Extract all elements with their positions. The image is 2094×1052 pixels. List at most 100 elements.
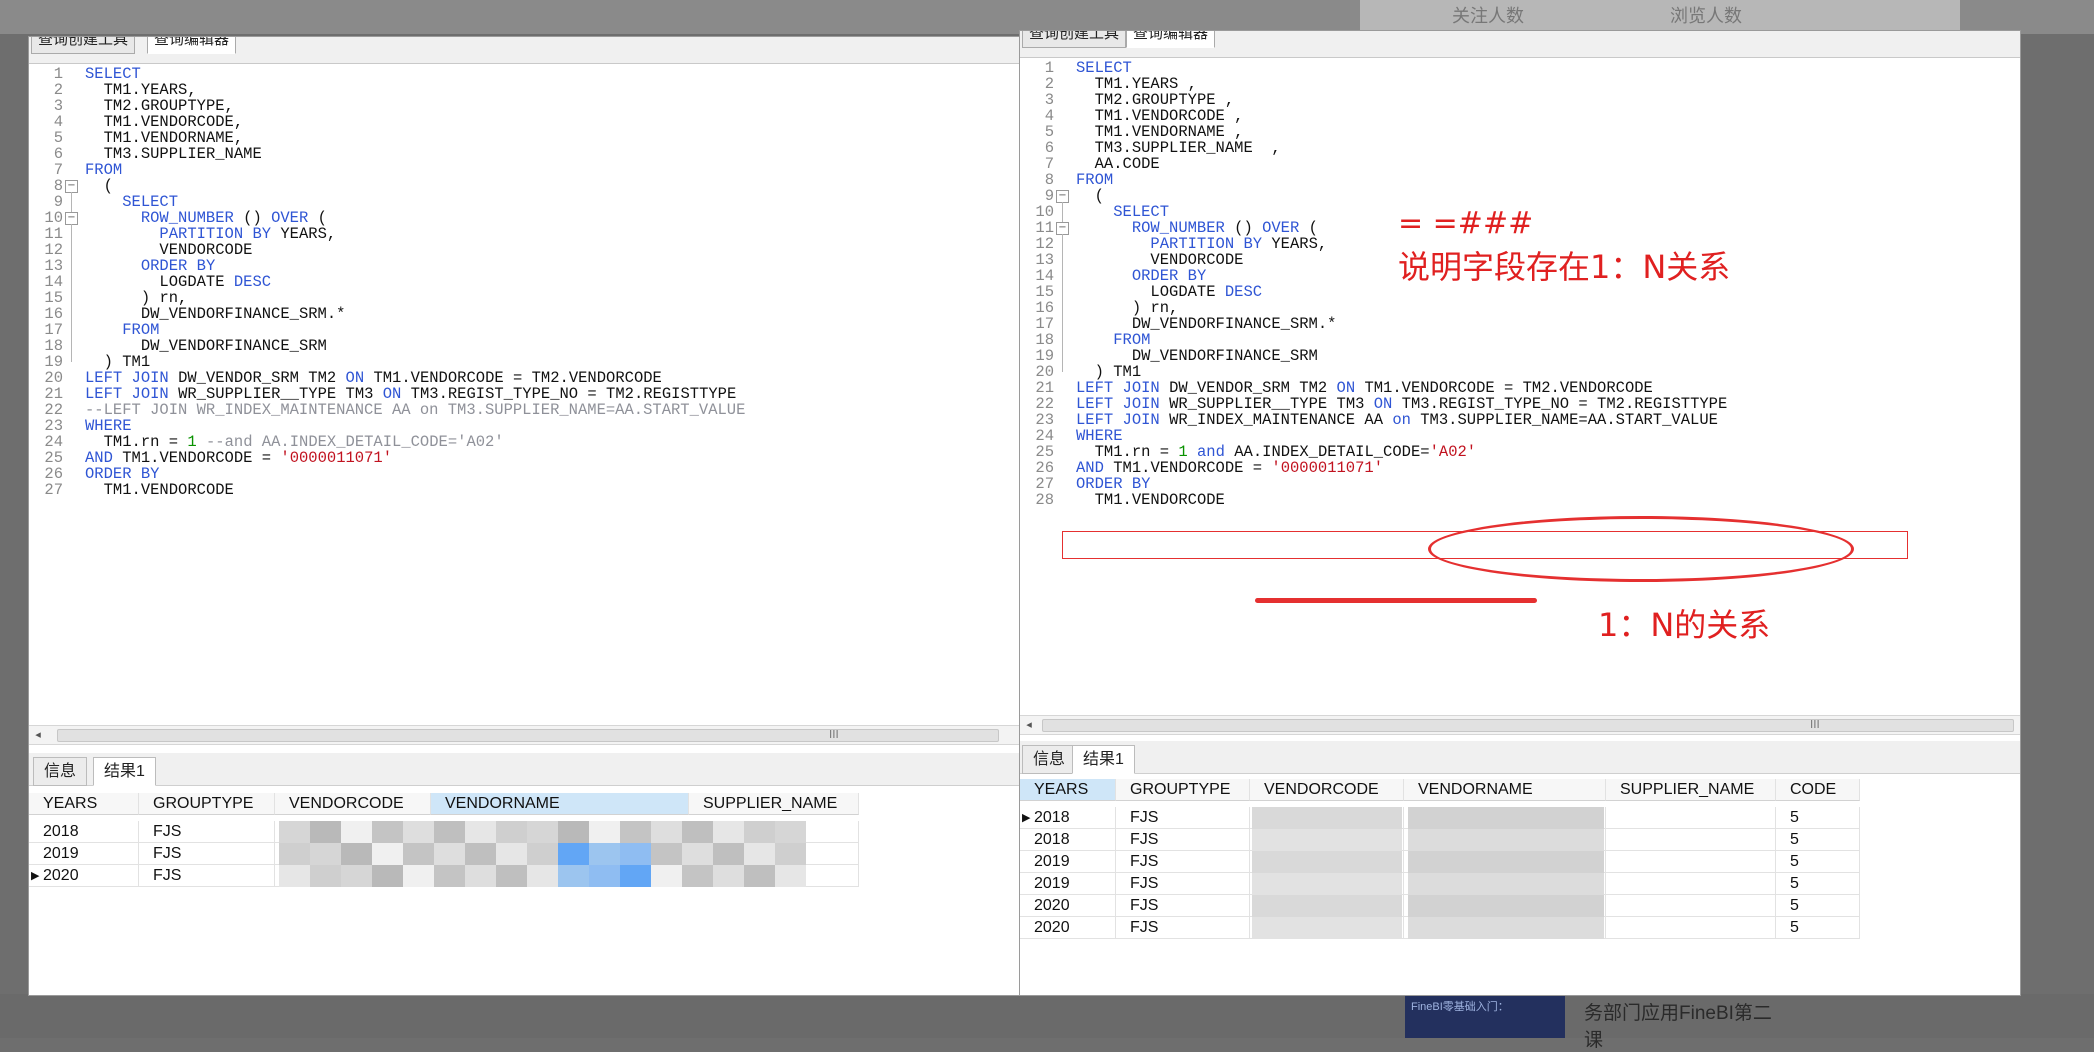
- table-cell[interactable]: FJS: [1116, 851, 1250, 873]
- table-cell[interactable]: [1606, 895, 1776, 917]
- course-title-line-2: 课: [1584, 1030, 1604, 1051]
- redaction-block: [775, 843, 806, 865]
- tab-query-builder[interactable]: 查询创建工具: [31, 37, 136, 54]
- tab-result1[interactable]: 结果1: [93, 757, 156, 786]
- col-header-years[interactable]: YEARS: [1020, 779, 1116, 801]
- col-header-supplier-name[interactable]: SUPPLIER_NAME: [689, 793, 859, 815]
- table-cell[interactable]: 2018: [1020, 829, 1116, 851]
- right-result-grid[interactable]: YEARS GROUPTYPE VENDORCODE VENDORNAME SU…: [1020, 779, 1900, 993]
- code-line[interactable]: 28 TM1.VENDORCODE: [1020, 490, 1224, 511]
- redaction-block: [403, 843, 434, 865]
- table-cell[interactable]: FJS: [139, 843, 275, 865]
- table-cell[interactable]: 5: [1776, 851, 1860, 873]
- annotation-hash-note: = =###: [1398, 206, 1534, 241]
- redaction-block: [403, 821, 434, 843]
- right-editor-hscrollbar[interactable]: ◂ III: [1020, 715, 2020, 735]
- redaction-block: [310, 843, 341, 865]
- table-cell[interactable]: [1606, 807, 1776, 829]
- tab-info[interactable]: 信息: [33, 757, 88, 786]
- right-editor-tabbar: 查询创建工具 查询编辑器: [1020, 31, 2020, 58]
- code-line[interactable]: 27 TM1.VENDORCODE: [29, 480, 233, 501]
- table-cell[interactable]: 2019: [1020, 851, 1116, 873]
- redaction-block: [434, 843, 465, 865]
- scroll-left-icon[interactable]: ◂: [1020, 716, 1038, 734]
- left-result-tabbar: 信息 结果1: [29, 753, 1019, 786]
- col-header-vendorname[interactable]: VENDORNAME: [431, 793, 689, 815]
- left-scroll-thumb[interactable]: [57, 729, 999, 742]
- redaction-block: [744, 865, 775, 887]
- right-scroll-thumb[interactable]: [1042, 719, 2014, 732]
- right-sql-editor[interactable]: 1 SELECT 2 TM1.YEARS ,3 TM2.GROUPTYPE ,4 T…: [1020, 58, 2020, 744]
- table-cell[interactable]: [1606, 917, 1776, 939]
- table-cell[interactable]: 2020: [29, 865, 139, 887]
- redaction-block: [713, 865, 744, 887]
- table-cell[interactable]: [1606, 829, 1776, 851]
- redaction-block: [527, 821, 558, 843]
- left-query-window: 查询创建工具 查询编辑器 1 SELECT 2 TM1.YEARS, 3 TM2.GR…: [28, 36, 1020, 996]
- col-header-grouptype[interactable]: GROUPTYPE: [1116, 779, 1250, 801]
- redaction-block: [310, 865, 341, 887]
- redaction-block: [279, 821, 310, 843]
- course-thumbnail[interactable]: FineBI零基础入门：: [1405, 994, 1565, 1038]
- redaction-block: [1408, 873, 1604, 895]
- table-cell[interactable]: FJS: [1116, 807, 1250, 829]
- col-header-vendorname[interactable]: VENDORNAME: [1404, 779, 1606, 801]
- table-cell[interactable]: 5: [1776, 829, 1860, 851]
- redaction-block: [527, 865, 558, 887]
- left-editor-tabbar: 查询创建工具 查询编辑器: [29, 37, 1019, 64]
- table-cell[interactable]: FJS: [139, 821, 275, 843]
- table-cell[interactable]: 2019: [1020, 873, 1116, 895]
- table-cell[interactable]: 2018: [29, 821, 139, 843]
- redaction-block: [310, 821, 341, 843]
- code-line[interactable]: 22 --LEFT JOIN WR_INDEX_MAINTENANCE AA on…: [29, 400, 745, 421]
- col-header-vendorcode[interactable]: VENDORCODE: [275, 793, 431, 815]
- col-header-grouptype[interactable]: GROUPTYPE: [139, 793, 275, 815]
- table-cell[interactable]: 5: [1776, 873, 1860, 895]
- col-header-code[interactable]: CODE: [1776, 779, 1860, 801]
- table-cell[interactable]: FJS: [1116, 917, 1250, 939]
- left-result-grid[interactable]: YEARS GROUPTYPE VENDORCODE VENDORNAME SU…: [29, 793, 869, 993]
- redaction-block: [1252, 917, 1402, 939]
- table-cell[interactable]: FJS: [1116, 873, 1250, 895]
- table-cell[interactable]: [1606, 873, 1776, 895]
- annotation-1n-note: 1：N的关系: [1598, 606, 1771, 644]
- course-thumbnail-text: FineBI零基础入门：: [1411, 1001, 1509, 1013]
- redaction-block: [1252, 829, 1402, 851]
- code-line[interactable]: 23 LEFT JOIN WR_INDEX_MAINTENANCE AA on T…: [1020, 410, 1718, 431]
- redaction-block: [1408, 851, 1604, 873]
- redaction-block: [558, 843, 589, 865]
- course-title[interactable]: 务部门应用FineBI第二 课: [1584, 998, 1772, 1052]
- redaction-block: [651, 843, 682, 865]
- left-editor-hscrollbar[interactable]: ◂ III: [29, 725, 1019, 745]
- table-cell[interactable]: 2020: [1020, 917, 1116, 939]
- annotation-ellipse: [1428, 516, 1854, 582]
- redaction-block: [341, 821, 372, 843]
- table-cell[interactable]: 2019: [29, 843, 139, 865]
- col-header-years[interactable]: YEARS: [29, 793, 139, 815]
- tab-result1[interactable]: 结果1: [1072, 745, 1135, 774]
- tab-query-editor[interactable]: 查询编辑器: [1126, 31, 1216, 48]
- table-cell[interactable]: FJS: [1116, 829, 1250, 851]
- table-cell[interactable]: [1606, 851, 1776, 873]
- col-header-vendorcode[interactable]: VENDORCODE: [1250, 779, 1404, 801]
- scroll-grip-icon: III: [829, 728, 839, 741]
- left-grid-header: YEARS GROUPTYPE VENDORCODE VENDORNAME SU…: [29, 793, 859, 815]
- redaction-block: [589, 865, 620, 887]
- table-cell[interactable]: 2020: [1020, 895, 1116, 917]
- col-header-supplier-name[interactable]: SUPPLIER_NAME: [1606, 779, 1776, 801]
- tab-query-builder[interactable]: 查询创建工具: [1022, 31, 1127, 48]
- left-sql-editor[interactable]: 1 SELECT 2 TM1.YEARS, 3 TM2.GROUPTYPE, 4 TM1…: [29, 64, 1019, 754]
- line-number: 27: [44, 481, 63, 499]
- table-cell[interactable]: 5: [1776, 807, 1860, 829]
- tab-info[interactable]: 信息: [1022, 745, 1077, 774]
- table-cell[interactable]: FJS: [1116, 895, 1250, 917]
- table-cell[interactable]: FJS: [139, 865, 275, 887]
- scroll-left-icon[interactable]: ◂: [29, 726, 47, 744]
- redaction-block: [496, 821, 527, 843]
- table-cell[interactable]: 5: [1776, 917, 1860, 939]
- table-cell[interactable]: 5: [1776, 895, 1860, 917]
- table-cell[interactable]: 2018: [1020, 807, 1116, 829]
- redaction-block: [651, 865, 682, 887]
- right-query-window: 查询创建工具 查询编辑器 1 SELECT 2 TM1.YEARS ,3 TM2.G…: [1019, 30, 2021, 996]
- tab-query-editor[interactable]: 查询编辑器: [147, 37, 237, 54]
